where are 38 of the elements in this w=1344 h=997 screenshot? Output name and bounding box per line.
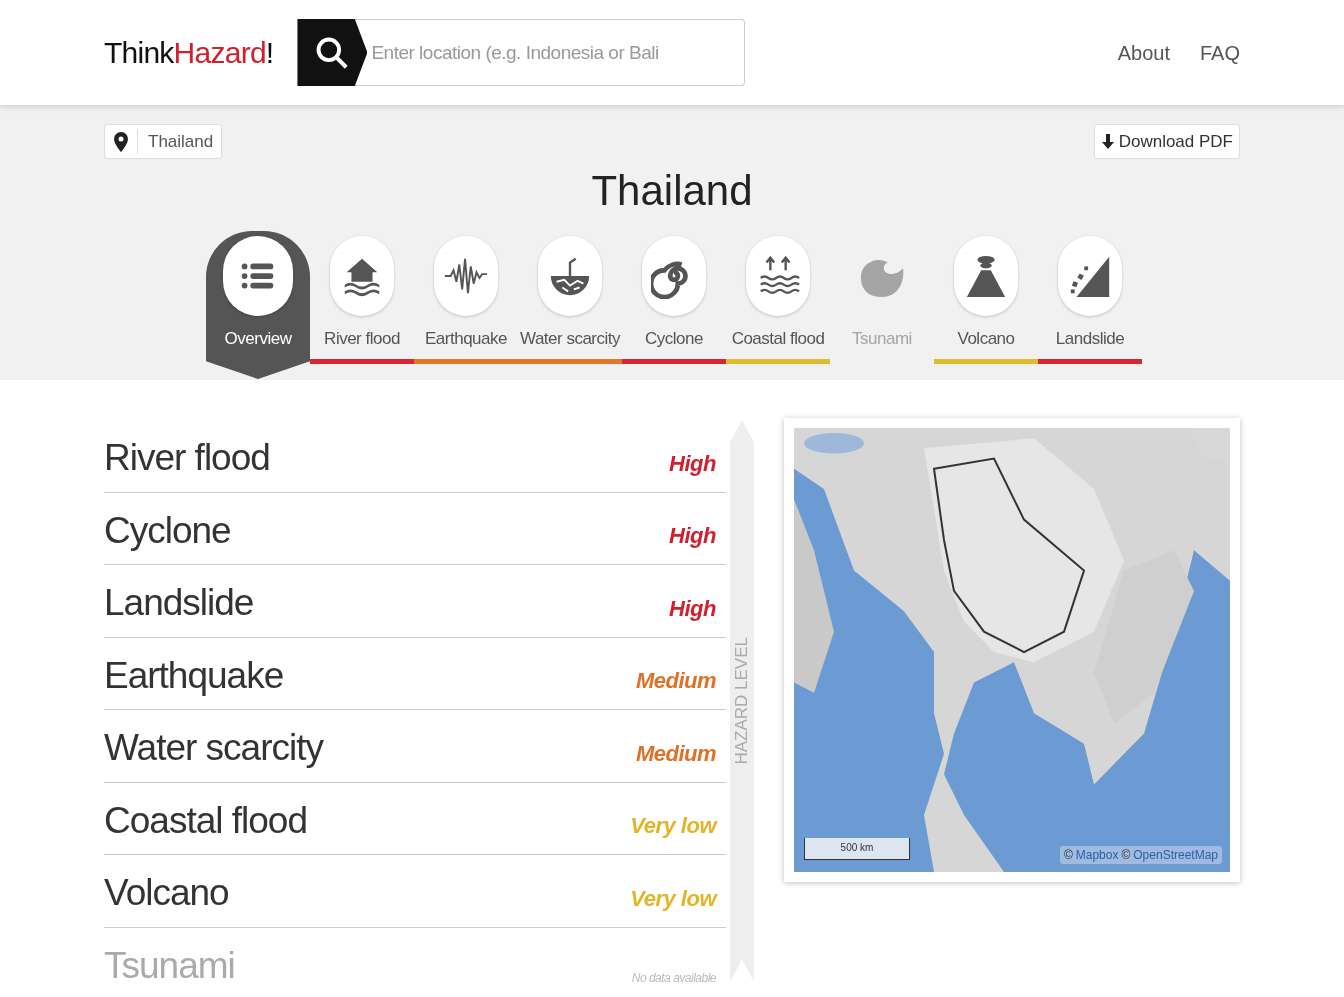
- hazard-tab[interactable]: Overview: [206, 231, 310, 379]
- hazard-level: High: [669, 449, 716, 478]
- map-scale: 500 km: [804, 838, 910, 860]
- hazard-tab[interactable]: Earthquake: [414, 231, 518, 364]
- search-field[interactable]: Enter location (e.g. Indonesia or Bali: [353, 19, 746, 86]
- hazard-name[interactable]: Volcano: [104, 865, 229, 921]
- map-pin-icon: [113, 131, 129, 152]
- hazard-level: High: [669, 522, 716, 550]
- hazard-tab[interactable]: Cyclone: [622, 231, 726, 364]
- hazard-tab[interactable]: River flood: [310, 231, 414, 364]
- hazard-tab[interactable]: Water scarcity: [518, 231, 622, 364]
- hazard-name[interactable]: River flood: [104, 430, 270, 486]
- download-pdf-button[interactable]: Download PDF: [1093, 124, 1240, 159]
- hazard-level: Very low: [630, 884, 716, 913]
- site-logo[interactable]: ThinkHazard!: [104, 30, 274, 75]
- hazard-name[interactable]: Earthquake: [104, 647, 284, 703]
- nav-link[interactable]: FAQ: [1200, 37, 1240, 68]
- hazard-level: No data available: [631, 970, 716, 987]
- hazard-level: High: [669, 594, 716, 623]
- copyright-sign: ©: [1121, 847, 1131, 864]
- hazard-name[interactable]: Coastal flood: [104, 792, 307, 848]
- hazard-name[interactable]: Landslide: [104, 575, 254, 631]
- nav-link[interactable]: About: [1117, 37, 1170, 68]
- hazard-level: Very low: [630, 812, 716, 840]
- breadcrumb[interactable]: Thailand: [104, 124, 223, 159]
- hazard-tab[interactable]: Landslide: [1038, 231, 1142, 364]
- page-title: Thailand: [590, 166, 754, 216]
- hazard-name[interactable]: Cyclone: [104, 502, 231, 558]
- search-icon[interactable]: [297, 19, 368, 86]
- breadcrumb-item[interactable]: Thailand: [137, 128, 214, 155]
- hazard-tab[interactable]: Coastal flood: [726, 231, 830, 364]
- hazard-name[interactable]: Water scarcity: [104, 720, 323, 776]
- hazard-tab[interactable]: Volcano: [934, 231, 1038, 364]
- download-icon: [1100, 133, 1115, 150]
- copyright-sign: ©: [1063, 847, 1073, 864]
- axis-label: HAZARD LEVEL: [731, 637, 753, 765]
- hazard-level: Medium: [635, 739, 716, 768]
- hazard-level: Medium: [635, 667, 716, 695]
